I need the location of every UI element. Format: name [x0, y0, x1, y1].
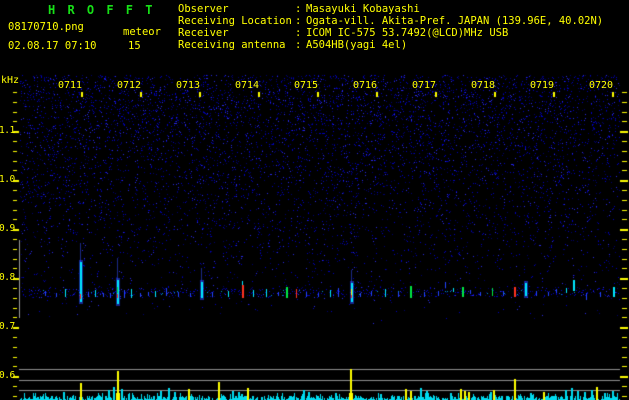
hrofft-output: H R O F F T 08170710.png meteor 02.08.17…: [0, 0, 629, 400]
spectrogram-canvas: [0, 0, 629, 400]
